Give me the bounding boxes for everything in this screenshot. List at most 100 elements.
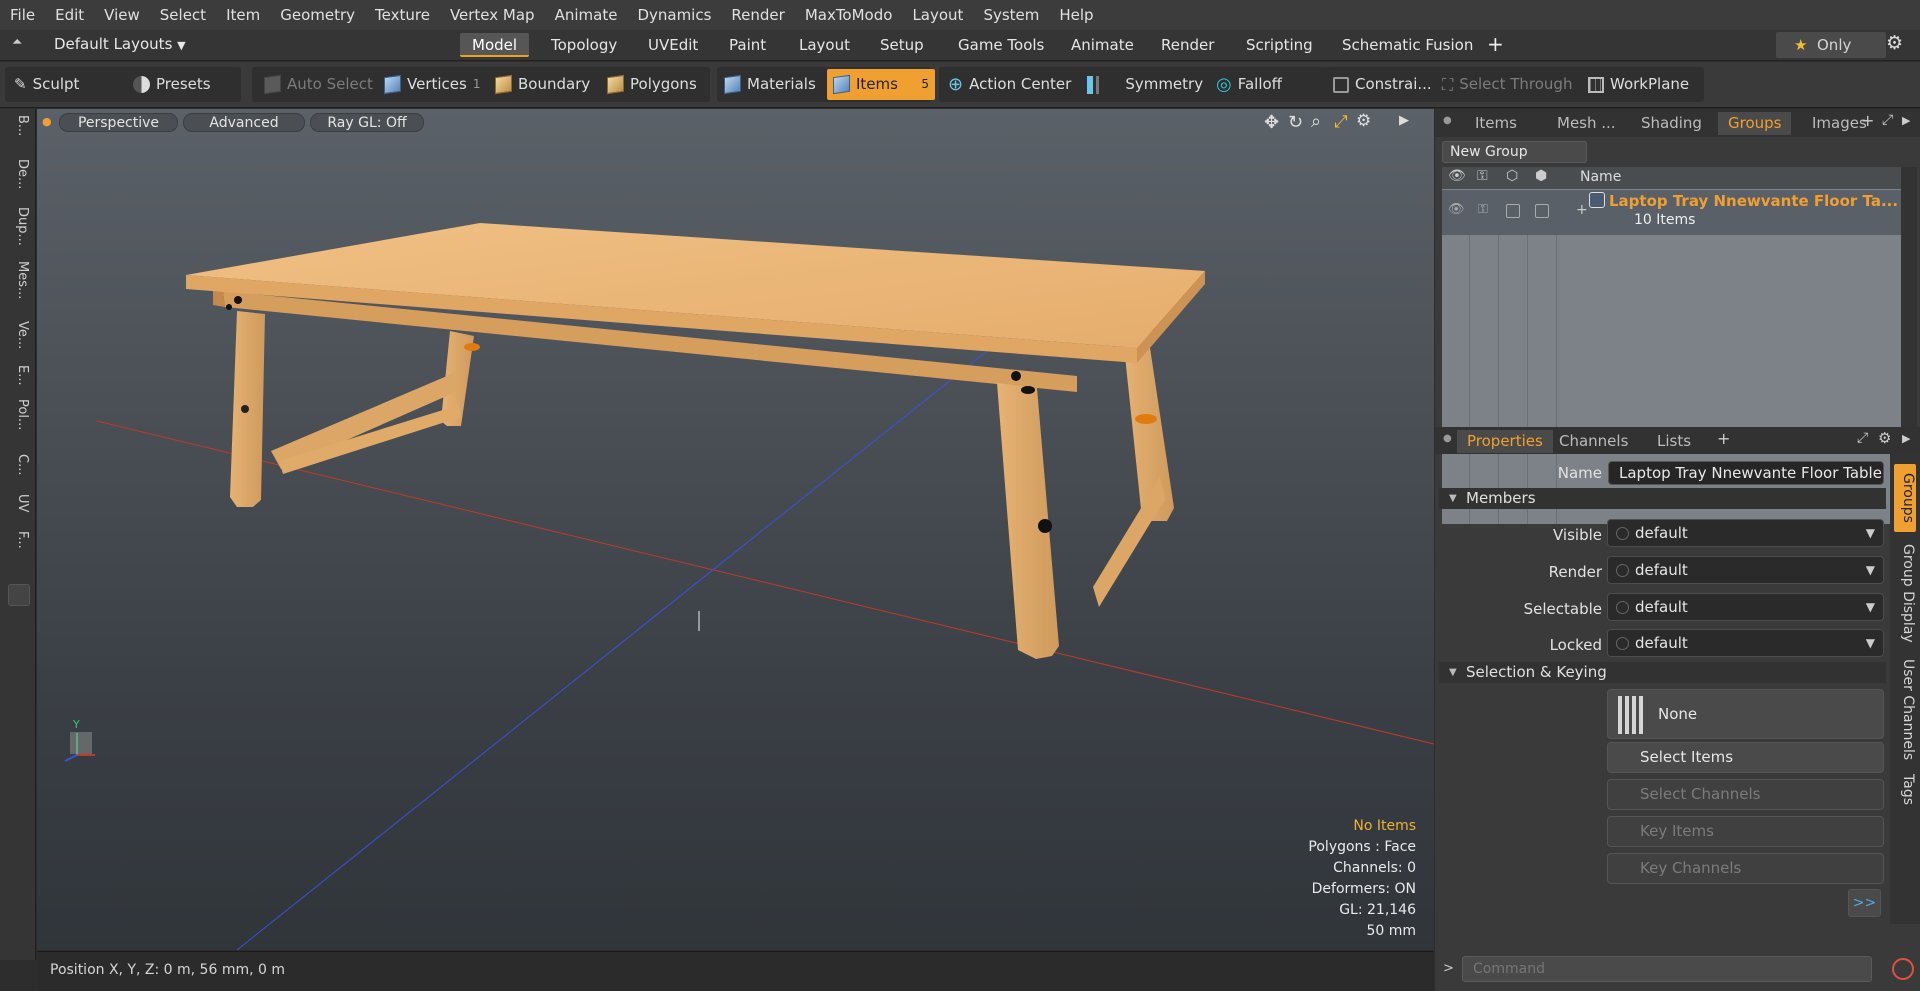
new-group-button[interactable]: New Group: [1442, 141, 1587, 163]
row-checkbox-1[interactable]: [1506, 204, 1520, 218]
none-button[interactable]: None: [1607, 689, 1884, 739]
members-section[interactable]: Members: [1439, 488, 1886, 509]
menu-edit[interactable]: Edit: [45, 0, 94, 30]
menu-help[interactable]: Help: [1049, 0, 1103, 30]
tab-uvedit[interactable]: UVEdit: [636, 33, 710, 57]
tab-mesh[interactable]: Mesh ...: [1547, 112, 1626, 135]
vtab-user-channels[interactable]: User Channels: [1894, 659, 1916, 760]
menu-texture[interactable]: Texture: [365, 0, 440, 30]
table-model[interactable]: [186, 223, 1205, 659]
presets-button[interactable]: Presets: [127, 69, 217, 100]
more-button[interactable]: >>: [1848, 889, 1881, 917]
lock-icon[interactable]: ⚿: [1477, 168, 1488, 184]
gear-icon[interactable]: ⚙: [1886, 32, 1903, 54]
select-through-button[interactable]: ⛶ Select Through: [1436, 69, 1578, 100]
left-tab-fusion[interactable]: F...: [6, 531, 30, 549]
tab-paint[interactable]: Paint: [717, 33, 778, 57]
falloff-button[interactable]: ◎ Falloff: [1210, 69, 1288, 100]
select-channels-button[interactable]: Select Channels: [1607, 779, 1884, 810]
tab-lists[interactable]: Lists: [1647, 430, 1701, 453]
polygons-button[interactable]: Polygons: [601, 69, 703, 100]
visible-dropdown[interactable]: default ▼: [1607, 519, 1884, 547]
collapse-icon[interactable]: ⏶: [12, 35, 22, 50]
action-center-button[interactable]: ⊕ Action Center: [942, 69, 1077, 100]
key-items-button[interactable]: Key Items: [1607, 816, 1884, 847]
tab-channels[interactable]: Channels: [1549, 430, 1638, 453]
tab-scripting[interactable]: Scripting: [1234, 33, 1325, 57]
vtab-group-display[interactable]: Group Display: [1894, 544, 1916, 643]
props-arrow-icon[interactable]: ▶: [1902, 432, 1910, 445]
left-tab-uv[interactable]: UV: [6, 494, 30, 512]
key-channels-button[interactable]: Key Channels: [1607, 853, 1884, 884]
menu-file[interactable]: File: [0, 0, 45, 30]
selection-keying-section[interactable]: Selection & Keying: [1439, 662, 1886, 683]
tab-layout[interactable]: Layout: [787, 33, 862, 57]
left-tab-vertex[interactable]: Ve...: [6, 321, 30, 349]
cube-header-icon-2[interactable]: ⬢: [1535, 168, 1547, 184]
expand-icon[interactable]: ⤢: [1882, 112, 1893, 128]
left-tab-polygon[interactable]: Pol...: [6, 399, 30, 430]
cube-header-icon[interactable]: ⬡: [1506, 168, 1518, 184]
row-lock-icon[interactable]: ⚿: [1478, 202, 1488, 217]
3d-viewport[interactable]: ● Perspective Advanced Ray GL: Off ✥ ↻ ⌕…: [37, 109, 1434, 950]
menu-layout[interactable]: Layout: [902, 0, 973, 30]
tab-schematic-fusion[interactable]: Schematic Fusion: [1330, 33, 1485, 57]
symmetry-button[interactable]: Symmetry: [1081, 69, 1209, 100]
row-checkbox-2[interactable]: [1535, 204, 1549, 218]
vtab-tags[interactable]: Tags: [1894, 774, 1916, 805]
locked-dropdown[interactable]: default ▼: [1607, 629, 1884, 657]
command-input[interactable]: [1462, 956, 1872, 982]
name-field[interactable]: Laptop Tray Nnewvante Floor Table (3: [1608, 461, 1884, 485]
menu-animate[interactable]: Animate: [545, 0, 628, 30]
record-icon[interactable]: [1892, 958, 1914, 980]
select-items-button[interactable]: Select Items: [1607, 742, 1884, 773]
left-tab-edge[interactable]: E...: [6, 365, 30, 386]
sculpt-button[interactable]: ✎ Sculpt: [8, 69, 85, 100]
menu-select[interactable]: Select: [150, 0, 216, 30]
only-toggle[interactable]: ★ Only: [1776, 32, 1886, 58]
left-strip-button[interactable]: [8, 584, 30, 606]
tab-setup[interactable]: Setup: [868, 33, 936, 57]
tab-groups[interactable]: Groups: [1718, 112, 1792, 135]
auto-select-button[interactable]: Auto Select: [258, 69, 379, 100]
items-button[interactable]: Items 5: [827, 69, 935, 100]
constraints-button[interactable]: Constrai...: [1327, 69, 1438, 100]
vertices-button[interactable]: Vertices 1: [378, 69, 486, 100]
eye-icon[interactable]: 👁: [1448, 168, 1466, 184]
tab-properties[interactable]: Properties: [1457, 430, 1553, 453]
panel-dot-icon[interactable]: ●: [1443, 115, 1452, 126]
panel-arrow-icon[interactable]: ▶: [1902, 114, 1910, 127]
vtab-groups[interactable]: Groups: [1894, 464, 1916, 532]
menu-view[interactable]: View: [94, 0, 150, 30]
tab-model[interactable]: Model: [460, 33, 530, 57]
group-row[interactable]: 👁 ⚿ + Laptop Tray Nnewvante Floor Ta... …: [1442, 190, 1901, 235]
row-eye-icon[interactable]: 👁: [1448, 202, 1465, 217]
expand-plus-icon[interactable]: +: [1576, 202, 1588, 218]
materials-button[interactable]: Materials: [718, 69, 822, 100]
selectable-dropdown[interactable]: default ▼: [1607, 593, 1884, 621]
props-expand-icon[interactable]: ⤢: [1857, 430, 1868, 446]
tab-topology[interactable]: Topology: [539, 33, 629, 57]
menu-geometry[interactable]: Geometry: [270, 0, 365, 30]
left-tab-curve[interactable]: C...: [6, 454, 30, 475]
workplane-button[interactable]: WorkPlane: [1582, 69, 1695, 100]
left-tab-mesh[interactable]: Mes...: [6, 261, 30, 299]
left-tab-duplicate[interactable]: Dup...: [6, 207, 30, 246]
menu-maxtomodo[interactable]: MaxToModo: [795, 0, 903, 30]
render-dropdown[interactable]: default ▼: [1607, 556, 1884, 584]
menu-vertex-map[interactable]: Vertex Map: [440, 0, 545, 30]
tab-items[interactable]: Items: [1465, 112, 1527, 135]
add-tab-icon[interactable]: +: [1487, 32, 1504, 56]
menu-item[interactable]: Item: [216, 0, 270, 30]
menu-dynamics[interactable]: Dynamics: [627, 0, 721, 30]
add-panel-tab-icon[interactable]: +: [1861, 111, 1874, 130]
tab-animate[interactable]: Animate: [1059, 33, 1146, 57]
tab-shading[interactable]: Shading: [1631, 112, 1712, 135]
menu-render[interactable]: Render: [721, 0, 794, 30]
props-gear-icon[interactable]: ⚙: [1878, 429, 1891, 447]
left-tab-basic[interactable]: B...: [6, 115, 30, 136]
tab-game-tools[interactable]: Game Tools: [946, 33, 1056, 57]
add-props-tab-icon[interactable]: +: [1717, 429, 1730, 448]
tab-render[interactable]: Render: [1149, 33, 1226, 57]
boundary-button[interactable]: Boundary: [489, 69, 596, 100]
